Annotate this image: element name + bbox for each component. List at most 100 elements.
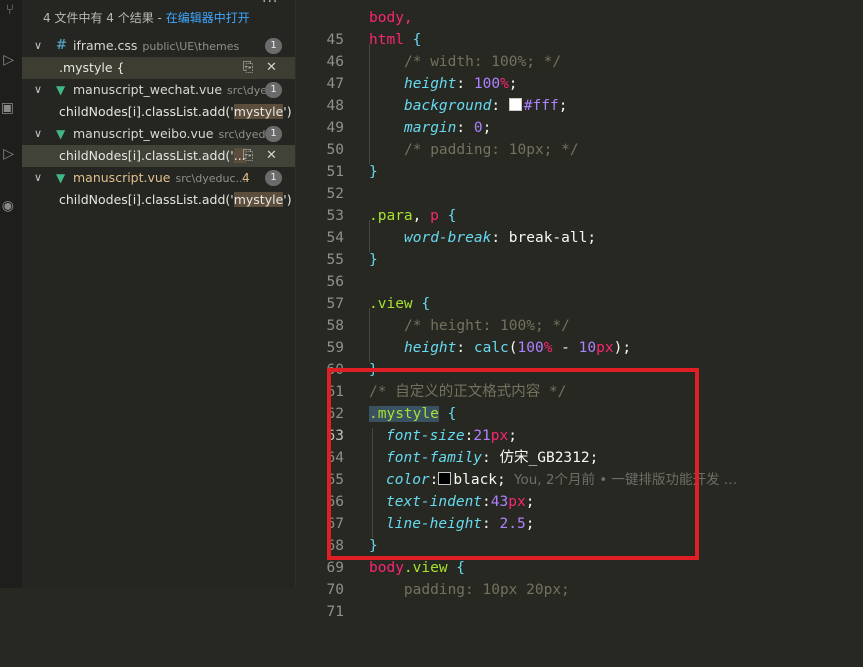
css-file-icon: # — [56, 38, 67, 53]
color-swatch[interactable] — [508, 98, 522, 111]
match-count-badge: 1 — [265, 82, 282, 98]
match-text: childNodes[i].classList.add('... — [59, 145, 246, 167]
extensions-icon[interactable]: ▣ — [0, 100, 14, 116]
file-name-wrap: manuscript_wechat.vue src\dye... — [73, 79, 278, 102]
brace: { — [403, 32, 422, 48]
brace: { — [438, 406, 457, 422]
match-count-badge: 1 — [265, 170, 282, 186]
code-text: font-size:21px; — [386, 428, 517, 444]
result-file-row[interactable]: ∨ # iframe.css public\UE\themes 1 — [22, 35, 295, 57]
code-line: 63 .mystyle { You, 2个月前 • 一键排版功能开发 … — [296, 403, 863, 488]
code-text: color: black; — [386, 472, 506, 488]
match-prefix: childNodes[i].classList.add(' — [59, 192, 234, 207]
property: margin — [404, 120, 457, 136]
code-line: 70 body.view { — [296, 557, 863, 598]
brace: } — [369, 252, 378, 268]
match-text: childNodes[i].classList.add('mystyle') — [59, 101, 292, 123]
code-line: 64 font-size:21px; — [296, 425, 863, 466]
match-hit: mystyle — [233, 192, 284, 207]
code-text: body, — [369, 10, 413, 26]
code-line: 71 padding: 10px 20px; — [296, 579, 863, 620]
match-count-badge: 1 — [265, 38, 282, 54]
result-file-row[interactable]: ∨ ▼ manuscript_wechat.vue src\dye... 1 — [22, 79, 295, 101]
result-file-row[interactable]: ∨ ▼ manuscript_weibo.vue src\dyed... 1 — [22, 123, 295, 145]
chevron-down-icon[interactable]: ∨ — [34, 123, 42, 145]
chevron-down-icon[interactable]: ∨ — [34, 79, 42, 101]
code-line: 65 font-family: 仿宋_GB2312; — [296, 447, 863, 488]
brace: } — [369, 362, 378, 378]
selector: p — [430, 208, 439, 224]
code-line: 60 height: calc(100% - 10px); — [296, 337, 863, 378]
selector: .view — [403, 560, 448, 576]
code-line: 56 } — [296, 249, 863, 290]
file-name: manuscript.vue — [73, 170, 171, 185]
close-icon[interactable]: ✕ — [266, 145, 277, 167]
code-line: 48 height: 100%; — [296, 73, 863, 114]
code-text: body.view { — [369, 557, 465, 579]
account-icon[interactable]: ◉ — [0, 198, 14, 214]
match-row[interactable]: childNodes[i].classList.add('mystyle') — [22, 101, 295, 123]
remote-icon[interactable]: ▷ — [0, 146, 14, 162]
unit: px — [508, 494, 526, 510]
match-text: childNodes[i].classList.add('mystyle') — [59, 189, 292, 211]
property: word-break — [404, 230, 492, 246]
brace: { — [438, 208, 457, 224]
comment: /* padding: 10px; */ — [404, 142, 579, 158]
number: 100 — [473, 76, 501, 92]
match-prefix: childNodes[i].classList.add(' — [59, 104, 234, 119]
open-in-editor-link[interactable]: 在编辑器中打开 — [166, 11, 250, 25]
property: line-height — [386, 516, 483, 532]
operator: - — [552, 340, 579, 356]
modified-count: 4 — [242, 171, 250, 185]
value: break-all — [508, 230, 588, 246]
code-text: margin: 0; — [404, 120, 492, 136]
selector: .view — [369, 296, 413, 312]
match-row[interactable]: childNodes[i].classList.add('mystyle') — [22, 189, 295, 211]
code-editor[interactable]: 45 body, 46 html { 47 /* width: 100%; */… — [296, 0, 863, 620]
unit: px — [596, 340, 614, 356]
chevron-down-icon[interactable]: ∨ — [34, 35, 42, 57]
match-row[interactable]: .mystyle { ⎘ ✕ — [22, 57, 295, 79]
code-line: 45 body, — [296, 7, 863, 48]
property: height — [404, 340, 457, 356]
property: text-indent — [386, 494, 483, 510]
file-name: manuscript_weibo.vue — [73, 126, 214, 141]
code-line: 52 } — [296, 161, 863, 202]
code-text: html { — [369, 29, 421, 51]
run-icon[interactable]: ▷ — [0, 52, 14, 68]
property: height — [404, 76, 457, 92]
code-line: 49 background: #fff; — [296, 95, 863, 136]
unit: % — [500, 76, 509, 92]
code-line: 59 /* height: 100%; */ — [296, 315, 863, 356]
vue-file-icon: ▼ — [56, 171, 66, 185]
source-control-icon[interactable]: ⑂ — [0, 2, 14, 18]
code-line: 69 } — [296, 535, 863, 576]
property: font-size — [386, 428, 465, 444]
code-text: word-break: break-all; — [404, 230, 597, 246]
replace-icon[interactable]: ⎘ — [243, 57, 253, 79]
file-name-wrap: manuscript_weibo.vue src\dyed... — [73, 123, 276, 146]
code-line: 53 — [296, 183, 863, 224]
code-line: 46 html { — [296, 29, 863, 70]
code-line: 58 .view { — [296, 293, 863, 334]
brace: } — [369, 164, 378, 180]
code-line: 51 /* padding: 10px; */ — [296, 139, 863, 180]
replace-icon[interactable]: ⎘ — [243, 145, 253, 167]
number: 2.5 — [499, 516, 526, 532]
match-prefix: childNodes[i].classList.add(' — [59, 148, 234, 163]
file-name-wrap: iframe.css public\UE\themes — [73, 35, 239, 58]
color-swatch[interactable] — [438, 472, 452, 485]
code-line: 68 line-height: 2.5; — [296, 513, 863, 554]
number: 0 — [473, 120, 483, 136]
selector: .para — [369, 208, 413, 224]
match-count-badge: 1 — [265, 126, 282, 142]
comment: /* width: 100%; */ — [404, 54, 562, 70]
code-line: 55 word-break: break-all; — [296, 227, 863, 268]
more-actions-icon[interactable]: ··· — [262, 0, 278, 10]
chevron-down-icon[interactable]: ∨ — [34, 167, 42, 189]
match-row[interactable]: childNodes[i].classList.add('... ⎘ ✕ — [22, 145, 295, 167]
selector: body — [369, 560, 404, 576]
result-file-row[interactable]: ∨ ▼ manuscript.vue src\dyeduc... 4 1 — [22, 167, 295, 189]
color-value: #fff — [523, 98, 559, 114]
close-icon[interactable]: ✕ — [266, 57, 277, 79]
